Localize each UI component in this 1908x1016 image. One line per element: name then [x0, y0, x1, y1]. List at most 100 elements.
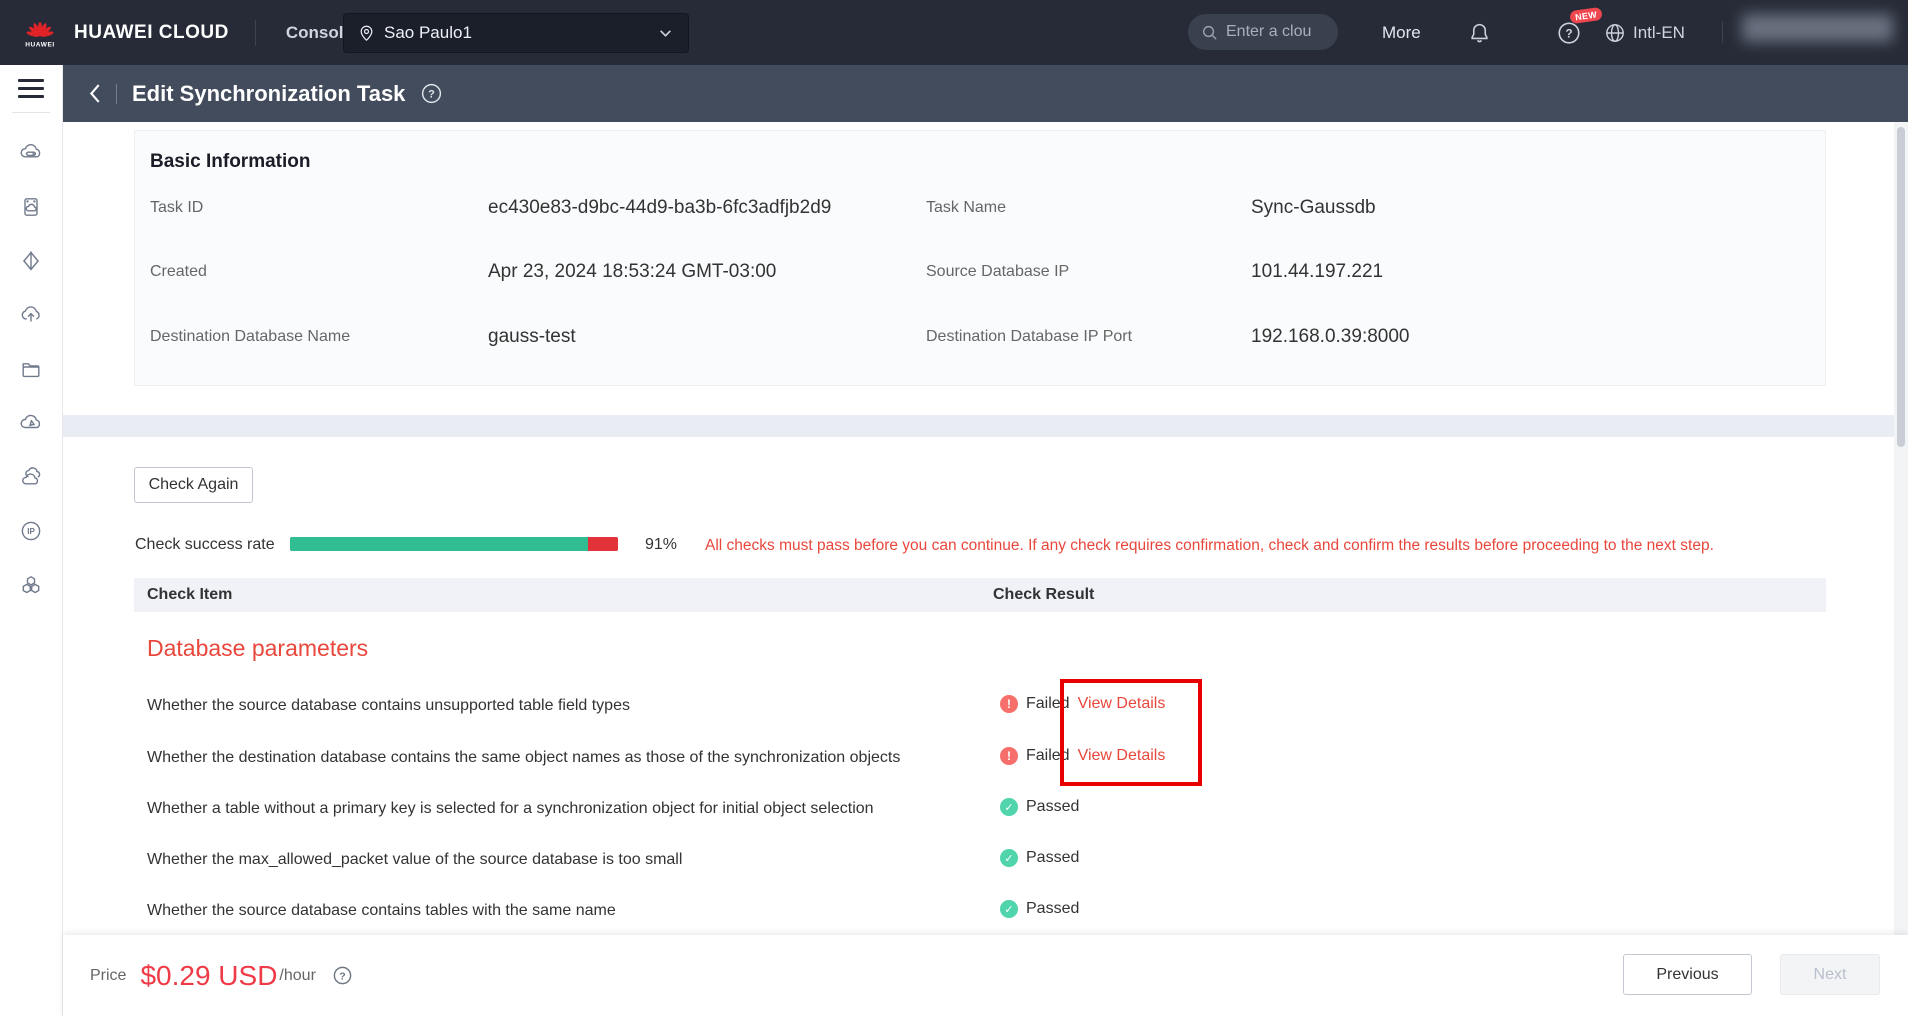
previous-button[interactable]: Previous	[1623, 954, 1752, 995]
locale-label: Intl-EN	[1633, 23, 1685, 43]
search-icon	[1201, 24, 1218, 41]
sidebar-item-cloud-migration[interactable]	[13, 405, 49, 441]
cloud-server-icon	[18, 140, 44, 166]
check-again-button[interactable]: Check Again	[134, 467, 253, 503]
nav-divider	[255, 20, 256, 46]
search-placeholder: Enter a clou	[1226, 23, 1311, 41]
check-row: Whether the source database contains uns…	[63, 695, 1908, 719]
check-row: Whether the source database contains tab…	[63, 900, 1908, 924]
globe-icon	[1604, 22, 1626, 44]
next-button[interactable]: Next	[1780, 954, 1880, 995]
page-title: Edit Synchronization Task	[132, 81, 405, 107]
price-value: $0.29 USD	[140, 960, 277, 992]
ip-icon: IP	[18, 518, 44, 544]
new-badge: NEW	[1569, 7, 1602, 24]
cloud-play-icon	[18, 410, 44, 436]
account-name-redacted[interactable]	[1742, 14, 1893, 42]
field-value: 192.168.0.39:8000	[1251, 326, 1410, 348]
region-selector[interactable]: Sao Paulo1	[343, 13, 689, 53]
folder-icon	[18, 356, 44, 382]
sidebar-item-cloud-storage[interactable]	[13, 189, 49, 225]
view-details-link[interactable]: View Details	[1078, 747, 1166, 765]
field-value: Sync-Gaussdb	[1251, 197, 1376, 219]
help-icon: ?	[332, 965, 353, 986]
field-label: Destination Database IP Port	[926, 328, 1132, 346]
success-rate-label: Check success rate	[135, 536, 275, 554]
chevron-down-icon	[659, 29, 672, 38]
svg-text:?: ?	[429, 89, 436, 101]
precheck-panel: Check Again Check success rate 91% All c…	[63, 437, 1908, 1016]
page-help-button[interactable]: ?	[420, 82, 443, 105]
left-sidebar: IP	[0, 65, 63, 1016]
check-result-text: Passed	[1026, 798, 1079, 816]
back-button[interactable]	[88, 83, 101, 104]
check-item-text: Whether the max_allowed_packet value of …	[147, 851, 682, 869]
section-separator	[63, 415, 1908, 437]
field-label: Destination Database Name	[150, 328, 350, 346]
check-item-text: Whether a table without a primary key is…	[147, 800, 874, 818]
clouds-icon	[18, 464, 44, 490]
bottom-action-bar: Price $0.29 USD /hour ? Previous Next	[63, 935, 1908, 1016]
page-header: Edit Synchronization Task ?	[63, 65, 1908, 122]
top-navbar: HUAWEI HUAWEI CLOUD Console Sao Paulo1	[0, 0, 1908, 65]
success-rate-value: 91%	[645, 536, 677, 554]
check-row: Whether the destination database contain…	[63, 747, 1908, 771]
field-label: Source Database IP	[926, 263, 1069, 281]
storage-cloud-icon	[18, 194, 44, 220]
check-group-title: Database parameters	[147, 635, 368, 662]
price-unit: /hour	[279, 967, 315, 985]
check-item-text: Whether the source database contains tab…	[147, 902, 616, 920]
price-label: Price	[90, 967, 126, 985]
brand-text: HUAWEI CLOUD	[74, 22, 229, 44]
check-result-text: Passed	[1026, 849, 1079, 867]
field-label: Task ID	[150, 199, 203, 217]
section-title: Basic Information	[150, 151, 310, 173]
cloud-upload-icon	[18, 302, 44, 328]
success-rate-progressbar	[290, 537, 618, 551]
svg-text:?: ?	[339, 970, 345, 982]
basic-information-panel: Basic Information Task ID ec430e83-d9bc-…	[134, 130, 1826, 386]
field-value: ec430e83-d9bc-44d9-ba3b-6fc3adfjb2d9	[488, 197, 831, 219]
check-result-text: Passed	[1026, 900, 1079, 918]
price-help-button[interactable]: ?	[332, 965, 353, 986]
column-check-item: Check Item	[147, 586, 232, 604]
field-value: Apr 23, 2024 18:53:24 GMT-03:00	[488, 261, 776, 283]
svg-text:IP: IP	[27, 527, 35, 536]
more-menu[interactable]: More	[1382, 0, 1421, 65]
nav-divider	[1722, 21, 1723, 43]
location-pin-icon	[358, 24, 375, 42]
check-row: Whether the max_allowed_packet value of …	[63, 849, 1908, 873]
sidebar-item-cloud-server[interactable]	[13, 135, 49, 171]
vertical-scrollbar[interactable]	[1894, 122, 1908, 935]
scrollbar-thumb[interactable]	[1897, 127, 1905, 447]
view-details-link[interactable]: View Details	[1078, 695, 1166, 713]
huawei-logo: HUAWEI	[20, 18, 60, 48]
main-content: Basic Information Task ID ec430e83-d9bc-…	[63, 122, 1908, 1016]
region-name: Sao Paulo1	[384, 23, 659, 43]
sidebar-item-cloud-upload[interactable]	[13, 297, 49, 333]
sidebar-divider	[12, 112, 50, 113]
success-icon	[1000, 900, 1018, 918]
sidebar-item-data-lake[interactable]	[13, 243, 49, 279]
success-rate-fill	[290, 537, 588, 551]
field-value: gauss-test	[488, 326, 576, 348]
prism-icon	[18, 248, 44, 274]
help-icon: ?	[420, 82, 443, 105]
sidebar-item-cluster[interactable]	[13, 567, 49, 603]
check-result-text: Failed	[1026, 747, 1070, 765]
sidebar-item-folder[interactable]	[13, 351, 49, 387]
menu-toggle-button[interactable]	[18, 79, 44, 98]
check-warning-text: All checks must pass before you can cont…	[705, 537, 1714, 555]
notifications-button[interactable]	[1468, 0, 1491, 65]
sidebar-item-eip[interactable]: IP	[13, 513, 49, 549]
sidebar-item-multi-cloud[interactable]	[13, 459, 49, 495]
success-icon	[1000, 849, 1018, 867]
help-button[interactable]: ? NEW	[1556, 0, 1582, 65]
locale-selector[interactable]: Intl-EN	[1604, 0, 1685, 65]
cluster-icon	[18, 572, 44, 598]
field-label: Created	[150, 263, 207, 281]
check-row: Whether a table without a primary key is…	[63, 798, 1908, 822]
check-table-header: Check Item Check Result	[134, 578, 1826, 612]
check-item-text: Whether the destination database contain…	[147, 749, 900, 767]
search-input[interactable]: Enter a clou	[1188, 14, 1338, 50]
